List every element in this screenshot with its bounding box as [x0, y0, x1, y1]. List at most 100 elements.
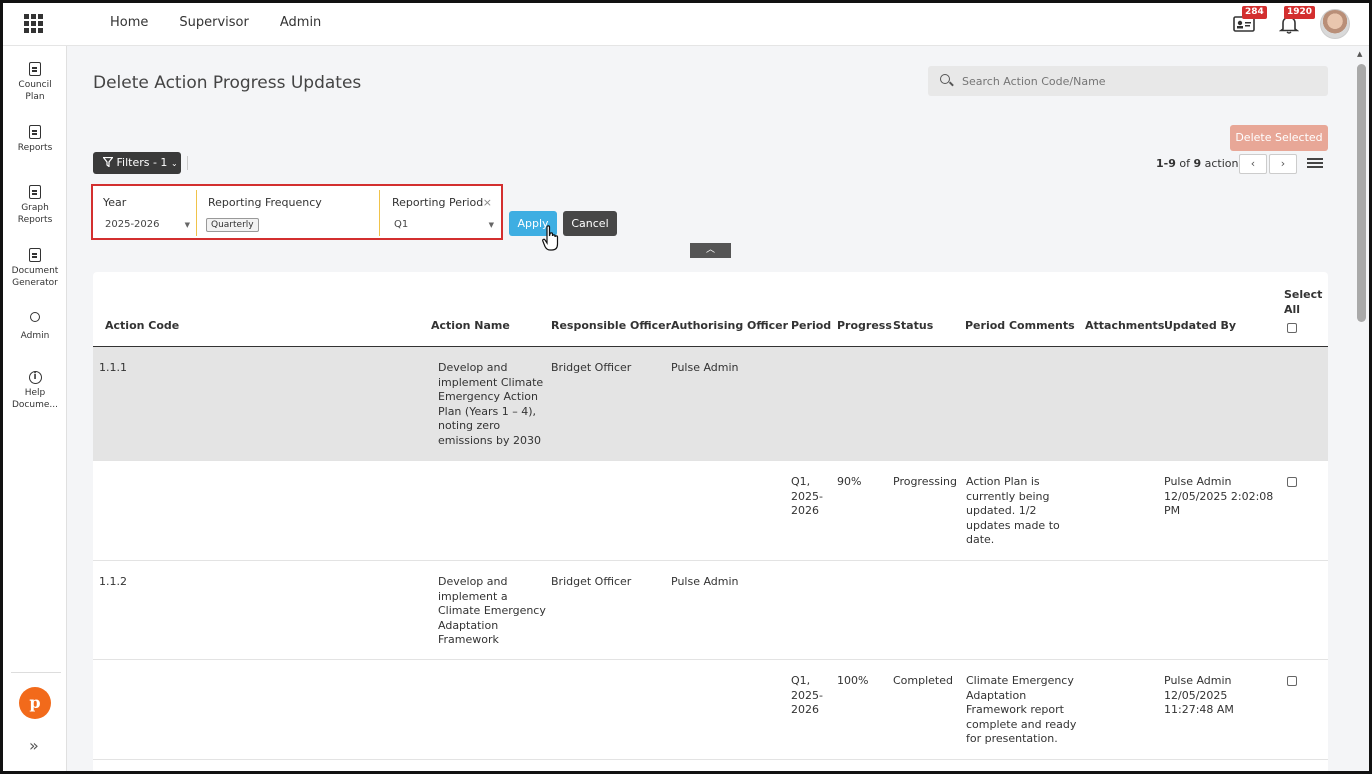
progress-cell: 90% [837, 475, 862, 488]
row-select-checkbox[interactable] [1287, 477, 1297, 487]
responsible-officer-cell: Bridget Officer [551, 361, 632, 374]
chevron-down-icon: ⌄ [170, 159, 178, 168]
reporting-frequency-filter[interactable]: Reporting Frequency Quarterly [202, 190, 380, 236]
chevron-up-icon: ︿ [705, 245, 715, 255]
reporting-period-label: Reporting Period [392, 196, 484, 209]
responsible-officer-cell: Bridget Officer [551, 575, 632, 588]
next-page-button[interactable]: › [1269, 154, 1297, 174]
header-action-name[interactable]: Action Name [431, 319, 510, 332]
filter-panel: Year 2025-2026 ▼ Reporting Frequency Qua… [91, 184, 503, 240]
action-code-cell: 1.1.2 [99, 575, 127, 588]
year-filter[interactable]: Year 2025-2026 ▼ [97, 190, 197, 236]
header-authorising-officer[interactable]: Authorising Officer [671, 319, 788, 332]
header-status[interactable]: Status [893, 319, 933, 332]
dropdown-caret-icon: ▼ [184, 221, 190, 229]
filter-icon [102, 156, 114, 168]
top-bar: Home Supervisor Admin 284 1920 [0, 0, 1372, 46]
search-box [928, 66, 1328, 96]
actions-table: Action Code Action Name Responsible Offi… [93, 272, 1328, 774]
expand-sidebar-icon[interactable]: » [29, 736, 39, 755]
clipboard-icon [29, 62, 41, 76]
header-attachments[interactable]: Attachments [1085, 319, 1164, 332]
filters-button[interactable]: Filters - 1 ⌄ [93, 152, 181, 174]
column-settings-icon[interactable] [1307, 157, 1323, 169]
period-comments-cell: Climate Emergency Adaptation Framework r… [966, 674, 1077, 746]
action-code-cell: 1.1.1 [99, 361, 127, 374]
collapse-filters-button[interactable]: ︿ [690, 243, 731, 258]
page-scrollbar[interactable]: ▲ [1354, 46, 1369, 771]
prev-page-button[interactable]: ‹ [1239, 154, 1267, 174]
search-input[interactable] [962, 72, 1312, 90]
sidebar-item-label: Council Plan [18, 80, 52, 102]
table-row: 1.1.1 Develop and implement Climate Emer… [93, 347, 1328, 461]
reporting-period-value: Q1 [394, 219, 409, 230]
header-progress[interactable]: Progress [837, 319, 892, 332]
progress-cell: 100% [837, 674, 869, 687]
toolbar-separator [187, 156, 188, 170]
info-icon: i [28, 371, 42, 384]
header-select-all: Select All [1284, 288, 1323, 316]
updated-by-cell: Pulse Admin 12/05/2025 2:02:08 PM [1164, 475, 1274, 518]
sidebar-item-label: Help Docume... [12, 388, 58, 410]
apps-grid-icon[interactable] [24, 14, 44, 33]
updated-by-cell: Pulse Admin 12/05/2025 11:27:48 AM [1164, 674, 1234, 717]
reporting-frequency-chip[interactable]: Quarterly [206, 218, 259, 232]
header-updated-by[interactable]: Updated By [1164, 319, 1236, 332]
cancel-button[interactable]: Cancel [563, 211, 617, 236]
search-icon [940, 74, 950, 84]
scrollbar-thumb[interactable] [1357, 64, 1366, 322]
row-select-checkbox[interactable] [1287, 676, 1297, 686]
header-responsible-officer[interactable]: Responsible Officer [551, 319, 671, 332]
reporting-frequency-label: Reporting Frequency [208, 196, 322, 209]
reporting-period-filter[interactable]: Reporting Period × Q1 ▼ [386, 190, 500, 236]
authorising-officer-cell: Pulse Admin [671, 575, 739, 588]
header-period[interactable]: Period [791, 319, 831, 332]
contacts-icon[interactable]: 284 [1233, 6, 1267, 34]
document-icon [29, 125, 41, 139]
status-cell: Completed [893, 674, 953, 687]
user-shield-icon [30, 312, 40, 322]
select-all-checkbox[interactable] [1287, 323, 1297, 333]
hand-cursor-icon [542, 225, 562, 253]
filters-label: Filters - 1 [116, 156, 168, 169]
delete-selected-button[interactable]: Delete Selected [1230, 125, 1328, 151]
sidebar-item-label: Admin [20, 331, 50, 341]
sidebar-item-label: Graph Reports [17, 203, 53, 225]
sidebar-item-admin[interactable]: Admin [3, 312, 67, 342]
pager-total: 9 [1193, 157, 1202, 170]
header-action-code[interactable]: Action Code [105, 319, 179, 332]
bell-icon[interactable]: 1920 [1278, 6, 1316, 34]
sidebar-item-reports[interactable]: Reports [3, 125, 67, 154]
sidebar-divider [11, 672, 61, 673]
clear-filter-icon[interactable]: × [483, 196, 492, 209]
status-cell: Progressing [893, 475, 957, 488]
chart-document-icon [29, 185, 41, 199]
notifications-badge: 1920 [1284, 6, 1316, 19]
action-name-cell: Develop and implement Climate Emergency … [438, 361, 544, 447]
year-filter-value: 2025-2026 [105, 219, 160, 230]
action-name-cell: Develop and implement a Climate Emergenc… [438, 575, 546, 647]
header-period-comments[interactable]: Period Comments [965, 319, 1075, 332]
avatar[interactable] [1320, 9, 1350, 39]
sidebar-item-graph-reports[interactable]: Graph Reports [3, 185, 67, 226]
nav-supervisor[interactable]: Supervisor [179, 15, 248, 30]
period-cell: Q1, 2025-2026 [791, 674, 823, 717]
authorising-officer-cell: Pulse Admin [671, 361, 739, 374]
scroll-up-icon[interactable]: ▲ [1357, 50, 1362, 58]
dropdown-caret-icon: ▼ [488, 221, 494, 229]
nav-admin[interactable]: Admin [280, 15, 321, 30]
sidebar-item-document-generator[interactable]: Document Generator [3, 248, 67, 289]
sidebar: Council Plan Reports Graph Reports Docum… [3, 46, 67, 771]
pulse-logo[interactable]: p [19, 687, 51, 719]
nav-home[interactable]: Home [110, 15, 148, 30]
page-title: Delete Action Progress Updates [93, 73, 362, 93]
contacts-badge: 284 [1242, 6, 1267, 19]
main-nav: Home Supervisor Admin [110, 15, 321, 30]
pager-of: of [1179, 157, 1190, 170]
sidebar-item-help-documents[interactable]: i Help Docume... [3, 371, 67, 411]
pager-summary: 1-9 of 9 actions [1156, 157, 1244, 170]
period-comments-cell: Action Plan is currently being updated. … [966, 475, 1060, 547]
sidebar-item-council-plan[interactable]: Council Plan [3, 62, 67, 103]
table-row-update: Q1, 2025-2026 90% Progressing Action Pla… [93, 461, 1328, 561]
chevron-left-icon: ‹ [1250, 157, 1256, 170]
